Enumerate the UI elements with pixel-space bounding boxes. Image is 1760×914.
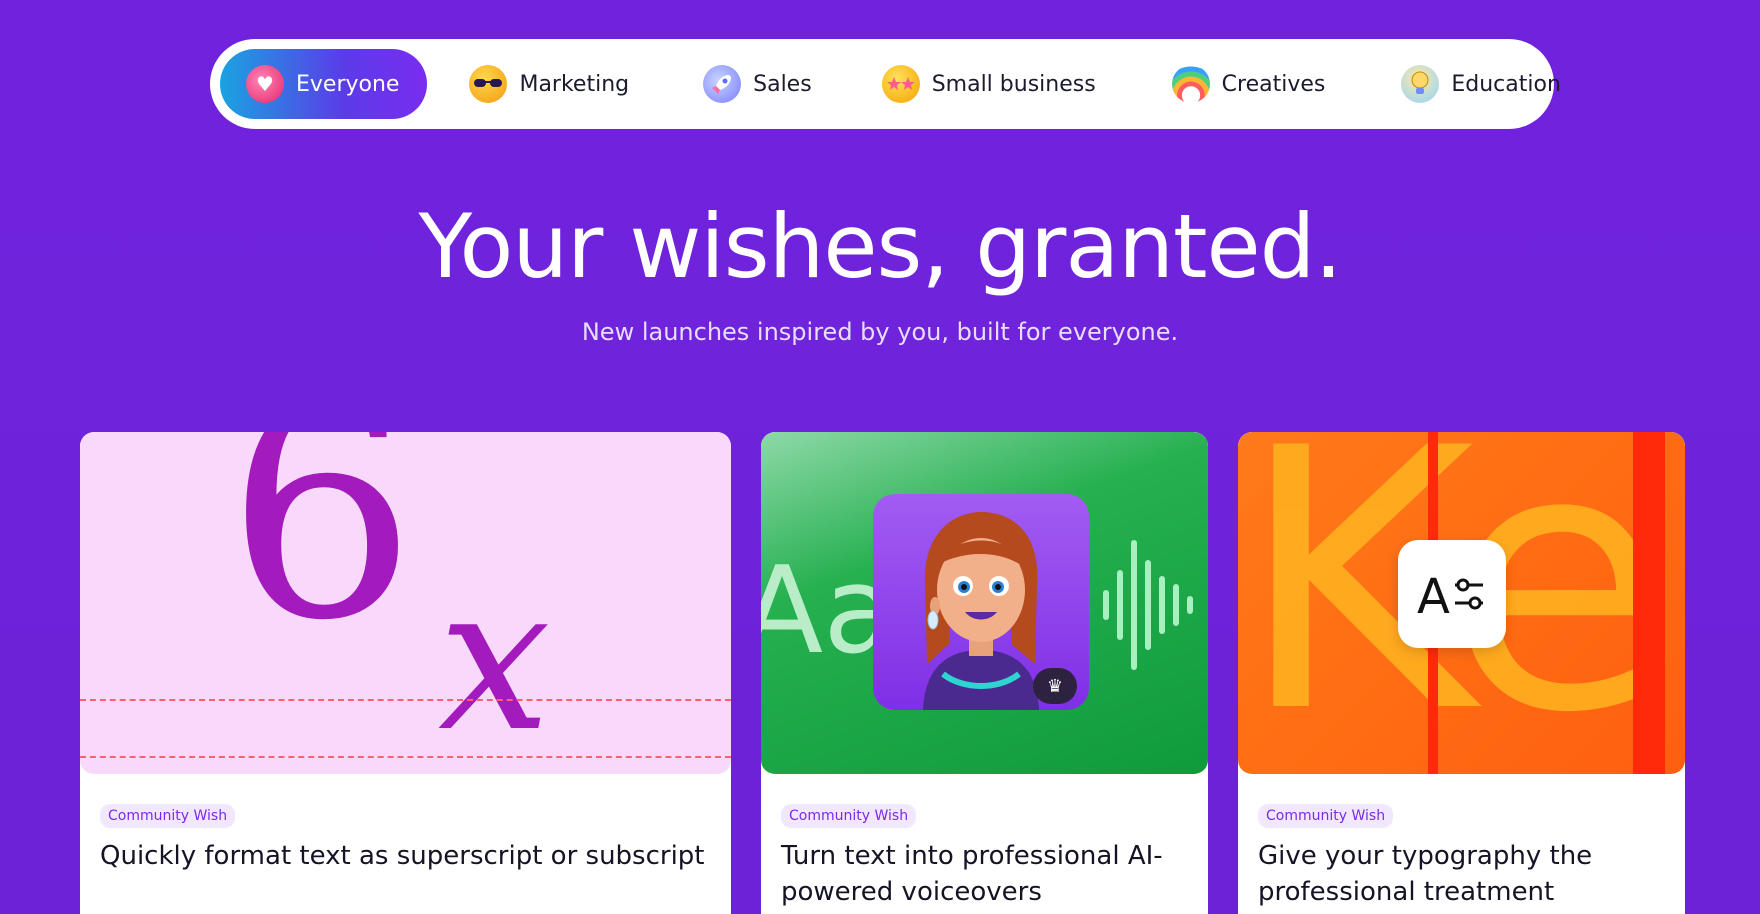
sunglasses-face-icon [469,65,508,103]
hero-title: Your wishes, granted. [418,195,1342,298]
tab-label: Education [1451,71,1561,97]
tab-label: Everyone [296,71,400,97]
tab-label: Marketing [519,71,630,97]
page: ♥ Everyone Marketing Sales Small busines… [0,0,1760,914]
tab-marketing[interactable]: Marketing [443,49,657,119]
audio-waveform-icon [1103,540,1193,670]
feature-card-superscript[interactable]: 6 x Community Wish Quickly format text a… [80,432,731,914]
community-wish-badge: Community Wish [781,804,917,828]
tab-everyone[interactable]: ♥ Everyone [220,49,428,119]
tab-label: Sales [753,71,812,97]
community-wish-badge: Community Wish [100,804,236,828]
community-wish-badge: Community Wish [1258,804,1394,828]
tab-small-business[interactable]: Small business [856,49,1124,119]
tab-label: Creatives [1221,71,1326,97]
lightbulb-icon [1401,65,1440,103]
text-settings-glyph: A [1417,569,1450,619]
card-thumbnail: Ke A [1238,432,1685,774]
tab-education[interactable]: Education [1375,49,1589,119]
card-title[interactable]: Give your typography the professional tr… [1258,838,1665,910]
feature-card-voiceovers[interactable]: Aa ♛ Community Wish Turn text into profe… [761,432,1208,914]
audience-tab-bar: ♥ Everyone Marketing Sales Small busines… [210,39,1561,129]
tab-sales[interactable]: Sales [677,49,840,119]
premium-crown-icon: ♛ [1033,668,1077,704]
tab-label: Small business [931,71,1096,97]
descender-guide [80,756,731,758]
text-settings-icon: A [1398,540,1506,648]
card-thumbnail: Aa ♛ [761,432,1208,774]
baseline-guide [80,699,731,701]
thumbnail-subscript-glyph: x [438,543,551,774]
rainbow-icon [1171,65,1210,103]
star-struck-face-icon [881,65,920,103]
thumbnail-base-glyph: 6 [226,432,417,686]
guide-bar [1633,432,1665,774]
hero-subtitle: New launches inspired by you, built for … [581,318,1179,346]
card-title[interactable]: Quickly format text as superscript or su… [100,838,711,874]
avatar: ♛ [873,494,1089,710]
card-thumbnail: 6 x [80,432,731,774]
tab-creatives[interactable]: Creatives [1146,49,1354,119]
feature-card-typography[interactable]: Ke A Community Wish Give your typography… [1238,432,1685,914]
sparkling-heart-icon: ♥ [246,65,284,103]
card-title[interactable]: Turn text into professional AI-powered v… [781,838,1188,910]
rocket-icon [703,65,742,103]
